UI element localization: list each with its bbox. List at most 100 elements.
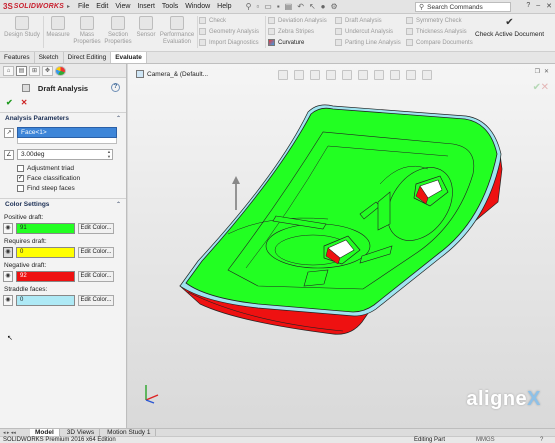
eye-icon[interactable]: ◉ (3, 271, 13, 282)
curvature-button[interactable]: Curvature (268, 39, 304, 46)
search-commands[interactable]: ⚲ Search Commands (415, 2, 511, 12)
draft-analysis-icon (22, 84, 30, 92)
direction-arrow-icon[interactable]: ↗ (4, 127, 14, 138)
undo-icon[interactable]: ↶ (297, 2, 304, 11)
pull-direction-field[interactable]: Face<1> (17, 127, 117, 138)
design-study-button[interactable]: Design Study (3, 16, 41, 39)
graphics-viewport[interactable]: Camera_& (Default... ❐ ✕ ✔ ✕ aligneX (128, 64, 555, 428)
tab-direct-editing[interactable]: Direct Editing (64, 52, 112, 63)
symmetry-check-label: Symmetry Check (416, 17, 462, 24)
find-steep-faces-label: Find steep faces (27, 185, 75, 192)
face-classification-option[interactable]: ✓ Face classification (0, 175, 126, 182)
menu-window[interactable]: Window (185, 3, 210, 10)
cancel-button[interactable]: ✕ (21, 98, 28, 107)
configuration-manager-tab-icon[interactable]: ⊞ (29, 66, 40, 76)
draft-angle-value: 3.00deg (21, 151, 45, 158)
mouse-cursor-icon: ↖ (7, 335, 13, 342)
measure-button[interactable]: Measure (45, 16, 71, 39)
edit-color-negative-button[interactable]: Edit Color... (78, 271, 114, 282)
color-settings-title: Color Settings (5, 201, 50, 208)
adjustment-triad-option[interactable]: Adjustment triad (0, 165, 126, 172)
find-steep-faces-option[interactable]: Find steep faces (0, 185, 126, 192)
save-icon[interactable]: ▪ (277, 2, 280, 11)
menu-file[interactable]: File (78, 3, 89, 10)
import-diagnostics-icon (199, 39, 206, 46)
open-icon[interactable]: ▭ (264, 2, 272, 11)
title-bar: 3S SOLIDWORKS ▸ File Edit View Insert To… (0, 0, 555, 14)
geometry-analysis-button[interactable]: Geometry Analysis (199, 28, 259, 35)
help-icon[interactable]: ? (540, 437, 543, 443)
help-icon[interactable]: ? (111, 83, 120, 92)
feature-manager-tab-icon[interactable]: ⌂ (3, 66, 14, 76)
options-icon[interactable]: ⚙ (330, 2, 337, 11)
edit-color-positive-button[interactable]: Edit Color... (78, 223, 114, 234)
help-icon[interactable]: ? (526, 2, 530, 10)
display-manager-tab-icon[interactable] (55, 66, 66, 76)
pull-direction-row: ↗ Face<1> (0, 127, 126, 138)
straddle-faces-label: Straddle faces: (4, 286, 48, 293)
draft-analysis-model (179, 104, 503, 335)
sensor-button[interactable]: Sensor (135, 16, 157, 39)
ok-button[interactable]: ✔ (6, 98, 13, 107)
deviation-analysis-button[interactable]: Deviation Analysis (268, 17, 327, 24)
dimxpert-tab-icon[interactable]: ✥ (42, 66, 53, 76)
pull-direction-list[interactable] (17, 138, 117, 144)
menu-bar: File Edit View Insert Tools Window Help (72, 3, 232, 10)
edition-text: SOLIDWORKS Premium 2016 x64 Edition (3, 437, 116, 443)
close-icon[interactable]: ✕ (546, 2, 552, 10)
thickness-analysis-button[interactable]: Thickness Analysis (406, 28, 467, 35)
mass-properties-icon (80, 16, 94, 30)
mass-properties-label: Mass Properties (73, 32, 101, 45)
import-diagnostics-button[interactable]: Import Diagnostics (199, 39, 259, 46)
eye-icon[interactable]: ◉ (3, 247, 13, 258)
zebra-stripes-button[interactable]: Zebra Stripes (268, 28, 314, 35)
mass-properties-button[interactable]: Mass Properties (72, 16, 102, 45)
edit-color-straddle-button[interactable]: Edit Color... (78, 295, 114, 306)
command-manager-tabs: Features Sketch Direct Editing Evaluate (0, 52, 555, 64)
check-active-document-button[interactable]: ✔ Check Active Document (475, 17, 544, 38)
units-text[interactable]: MMGS (476, 437, 495, 443)
straddle-faces-swatch: 0 (16, 295, 75, 306)
face-classification-checkbox[interactable]: ✓ (17, 175, 24, 182)
eye-icon[interactable]: ◉ (3, 223, 13, 234)
analysis-parameters-header[interactable]: Analysis Parameters ⌃ (0, 112, 126, 124)
new-document-icon[interactable]: ▫ (256, 2, 259, 11)
symmetry-check-button[interactable]: Symmetry Check (406, 17, 462, 24)
deviation-analysis-icon (268, 17, 275, 24)
menu-help[interactable]: Help (217, 3, 231, 10)
eye-icon[interactable]: ◉ (3, 295, 13, 306)
menu-edit[interactable]: Edit (96, 3, 108, 10)
edit-color-requires-button[interactable]: Edit Color... (78, 247, 114, 258)
find-steep-faces-checkbox[interactable] (17, 185, 24, 192)
property-manager-tab-icon[interactable]: ▤ (16, 66, 27, 76)
undercut-analysis-button[interactable]: Undercut Analysis (335, 28, 393, 35)
print-icon[interactable]: ▤ (285, 2, 293, 11)
solidworks-logo[interactable]: 3S SOLIDWORKS ▸ (0, 2, 72, 11)
zebra-stripes-icon (268, 28, 275, 35)
ok-cancel-bar: ✔ ✕ (0, 96, 126, 108)
tab-evaluate[interactable]: Evaluate (111, 52, 147, 63)
draft-analysis-button[interactable]: Draft Analysis (335, 17, 382, 24)
tab-features[interactable]: Features (0, 52, 35, 63)
editing-mode-text: Editing Part (414, 437, 446, 443)
select-icon[interactable]: ↖ (309, 2, 316, 11)
draft-angle-input[interactable]: 3.00deg ▲ ▼ (17, 149, 113, 160)
tab-sketch[interactable]: Sketch (35, 52, 64, 63)
color-settings-header[interactable]: Color Settings ⌃ (0, 198, 126, 210)
menu-view[interactable]: View (115, 3, 130, 10)
rebuild-icon[interactable]: ● (321, 2, 326, 11)
undercut-analysis-label: Undercut Analysis (345, 28, 394, 35)
design-study-icon (15, 16, 29, 30)
performance-evaluation-button[interactable]: Performance Evaluation (158, 16, 196, 45)
page-title: Draft Analysis (37, 83, 89, 93)
pin-icon[interactable]: ⚲ (246, 2, 252, 11)
adjustment-triad-checkbox[interactable] (17, 165, 24, 172)
spinner-icon[interactable]: ▲ ▼ (107, 149, 112, 159)
check-button[interactable]: Check (199, 17, 226, 24)
compare-documents-button[interactable]: Compare Documents (406, 39, 473, 46)
section-properties-button[interactable]: Section Properties (103, 16, 133, 45)
menu-insert[interactable]: Insert (137, 3, 155, 10)
minimize-icon[interactable]: – (536, 2, 540, 10)
menu-tools[interactable]: Tools (162, 3, 178, 10)
parting-line-analysis-button[interactable]: Parting Line Analysis (335, 39, 401, 46)
